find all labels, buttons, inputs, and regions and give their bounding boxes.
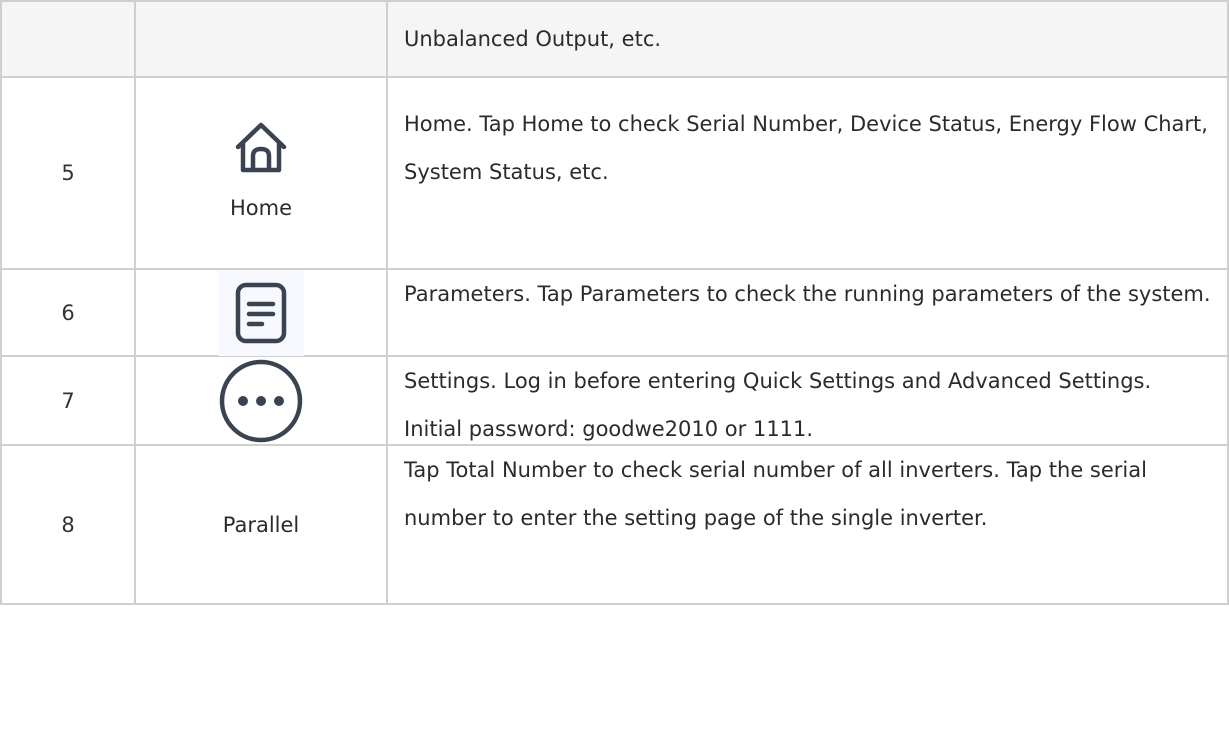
- row-number: 6: [61, 300, 75, 325]
- table-cell-number: 7: [0, 357, 136, 446]
- table-cell-number: 6: [0, 270, 136, 357]
- description-text: Settings. Log in before entering Quick S…: [404, 369, 1152, 441]
- table-cell-number: 8: [0, 446, 136, 605]
- table-cell-icon: Parallel: [136, 446, 388, 605]
- table-cell-number: [0, 0, 136, 78]
- icon-label: Parallel: [222, 512, 300, 537]
- table-cell-description: Unbalanced Output, etc.: [388, 0, 1229, 78]
- document-icon: [218, 269, 304, 356]
- description-text: Parameters. Tap Parameters to check the …: [404, 282, 1211, 306]
- description-text: Tap Total Number to check serial number …: [404, 458, 1147, 530]
- description-text: Home. Tap Home to check Serial Number, D…: [404, 112, 1208, 184]
- icon-label: Home: [229, 196, 292, 220]
- home-icon: [232, 120, 290, 176]
- table-cell-icon: [136, 357, 388, 446]
- more-icon: [216, 356, 306, 446]
- row-number: 8: [61, 512, 75, 537]
- description-text: Unbalanced Output, etc.: [404, 27, 662, 51]
- row-number: 5: [61, 161, 75, 185]
- table-cell-number: 5: [0, 78, 136, 270]
- table-cell-icon: [136, 0, 388, 78]
- table-cell-description: Settings. Log in before entering Quick S…: [388, 357, 1229, 446]
- table-cell-icon: [136, 269, 388, 357]
- table-cell-icon: Home: [136, 78, 388, 270]
- table-cell-description: Home. Tap Home to check Serial Number, D…: [388, 78, 1229, 270]
- row-number: 7: [61, 388, 75, 413]
- table-cell-description: Parameters. Tap Parameters to check the …: [388, 270, 1229, 357]
- table-cell-description: Tap Total Number to check serial number …: [388, 446, 1229, 605]
- icon-reference-table: Unbalanced Output, etc. 5 Home Home. Tap…: [0, 0, 1229, 744]
